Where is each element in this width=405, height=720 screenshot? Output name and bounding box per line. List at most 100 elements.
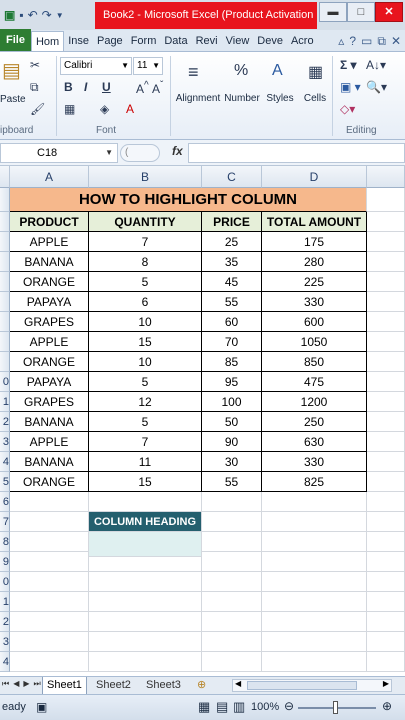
- zoom-slider[interactable]: [298, 701, 376, 714]
- cell[interactable]: [367, 332, 405, 352]
- cell[interactable]: [202, 572, 262, 592]
- row-header[interactable]: 4: [0, 452, 10, 472]
- copy-icon[interactable]: ⧉: [30, 80, 39, 95]
- tab-developer[interactable]: Deve: [253, 31, 287, 51]
- close-button[interactable]: ✕: [375, 2, 403, 22]
- cell[interactable]: [367, 188, 405, 212]
- name-box[interactable]: C18 ▼: [0, 143, 118, 163]
- cell[interactable]: [367, 532, 405, 552]
- cell[interactable]: [367, 452, 405, 472]
- cell[interactable]: [89, 612, 202, 632]
- table-cell[interactable]: 15: [89, 332, 202, 352]
- table-cell[interactable]: 850: [262, 352, 367, 372]
- cell[interactable]: [367, 632, 405, 652]
- row-header[interactable]: [0, 352, 10, 372]
- row-header[interactable]: 0: [0, 372, 10, 392]
- table-cell[interactable]: BANANA: [10, 452, 89, 472]
- row-header[interactable]: 2: [0, 612, 10, 632]
- cell[interactable]: [10, 652, 89, 672]
- format-painter-icon[interactable]: 🖌: [30, 102, 45, 116]
- table-cell[interactable]: 8: [89, 252, 202, 272]
- cell[interactable]: [10, 612, 89, 632]
- cell[interactable]: [10, 532, 89, 552]
- table-cell[interactable]: 7: [89, 432, 202, 452]
- table-cell[interactable]: 95: [202, 372, 262, 392]
- decrease-font-icon[interactable]: Aˇ: [152, 80, 163, 96]
- table-cell[interactable]: 10: [89, 352, 202, 372]
- row-header[interactable]: [0, 252, 10, 272]
- table-cell[interactable]: 250: [262, 412, 367, 432]
- header-product[interactable]: PRODUCT: [10, 212, 89, 232]
- macro-record-icon[interactable]: ▣: [36, 700, 47, 714]
- row-header[interactable]: [0, 188, 10, 212]
- borders-icon[interactable]: ▦: [64, 102, 75, 116]
- tab-insert[interactable]: Inse: [64, 31, 93, 51]
- insert-sheet-icon[interactable]: ⊕: [193, 677, 210, 695]
- cell[interactable]: [367, 312, 405, 332]
- column-header-e[interactable]: [367, 166, 405, 188]
- fill-icon[interactable]: ▣ ▾: [340, 80, 361, 94]
- cell[interactable]: [367, 252, 405, 272]
- number-button[interactable]: Number: [222, 93, 262, 104]
- table-cell[interactable]: ORANGE: [10, 352, 89, 372]
- column-header-a[interactable]: A: [10, 166, 89, 188]
- cell[interactable]: [89, 652, 202, 672]
- row-header[interactable]: [0, 272, 10, 292]
- column-header-d[interactable]: D: [262, 166, 367, 188]
- cell[interactable]: [367, 652, 405, 672]
- table-cell[interactable]: 175: [262, 232, 367, 252]
- find-select-icon[interactable]: 🔍▾: [366, 80, 387, 94]
- cell[interactable]: [262, 572, 367, 592]
- header-quantity[interactable]: QUANTITY: [89, 212, 202, 232]
- header-price[interactable]: PRICE: [202, 212, 262, 232]
- cell[interactable]: [202, 492, 262, 512]
- cell[interactable]: [202, 552, 262, 572]
- cell[interactable]: [10, 592, 89, 612]
- row-header[interactable]: 4: [0, 652, 10, 672]
- paste-label[interactable]: Paste: [0, 94, 26, 105]
- cell[interactable]: [10, 572, 89, 592]
- cell[interactable]: [10, 552, 89, 572]
- table-cell[interactable]: APPLE: [10, 232, 89, 252]
- styles-icon[interactable]: A: [272, 62, 283, 80]
- increase-font-icon[interactable]: A^: [136, 80, 149, 96]
- cell[interactable]: [367, 472, 405, 492]
- table-cell[interactable]: 100: [202, 392, 262, 412]
- row-header[interactable]: 9: [0, 552, 10, 572]
- clear-icon[interactable]: ◇▾: [340, 102, 355, 116]
- row-header[interactable]: [0, 232, 10, 252]
- table-cell[interactable]: 330: [262, 452, 367, 472]
- cell[interactable]: [367, 272, 405, 292]
- alignment-button[interactable]: Alignment: [174, 93, 222, 104]
- table-cell[interactable]: 70: [202, 332, 262, 352]
- zoom-level[interactable]: 100%: [251, 701, 279, 713]
- table-cell[interactable]: 1200: [262, 392, 367, 412]
- cell[interactable]: [367, 592, 405, 612]
- minimize-button[interactable]: ▬: [319, 2, 347, 22]
- table-cell[interactable]: PAPAYA: [10, 372, 89, 392]
- row-header[interactable]: 7: [0, 512, 10, 532]
- tab-file[interactable]: File: [0, 29, 31, 51]
- tab-acrobat[interactable]: Acro: [287, 31, 318, 51]
- table-cell[interactable]: 12: [89, 392, 202, 412]
- cell[interactable]: [367, 352, 405, 372]
- number-icon[interactable]: %: [234, 62, 248, 80]
- cell[interactable]: [89, 492, 202, 512]
- column-header-c[interactable]: C: [202, 166, 262, 188]
- collapse-ribbon-icon[interactable]: ▵: [338, 34, 344, 48]
- cell[interactable]: [202, 612, 262, 632]
- cut-icon[interactable]: ✂: [30, 58, 40, 72]
- row-header[interactable]: 8: [0, 532, 10, 552]
- table-cell[interactable]: 90: [202, 432, 262, 452]
- table-cell[interactable]: 5: [89, 412, 202, 432]
- row-header[interactable]: 0: [0, 572, 10, 592]
- tab-home[interactable]: Hom: [30, 31, 65, 51]
- tab-sheet2[interactable]: Sheet2: [92, 677, 135, 695]
- column-heading-label[interactable]: COLUMN HEADING: [89, 512, 202, 532]
- cell[interactable]: [10, 492, 89, 512]
- tab-formulas[interactable]: Form: [127, 31, 161, 51]
- font-name-select[interactable]: Calibri ▼: [60, 57, 132, 75]
- tab-sheet1[interactable]: Sheet1: [42, 677, 87, 695]
- row-header[interactable]: 2: [0, 412, 10, 432]
- redo-icon[interactable]: ↷: [42, 8, 52, 22]
